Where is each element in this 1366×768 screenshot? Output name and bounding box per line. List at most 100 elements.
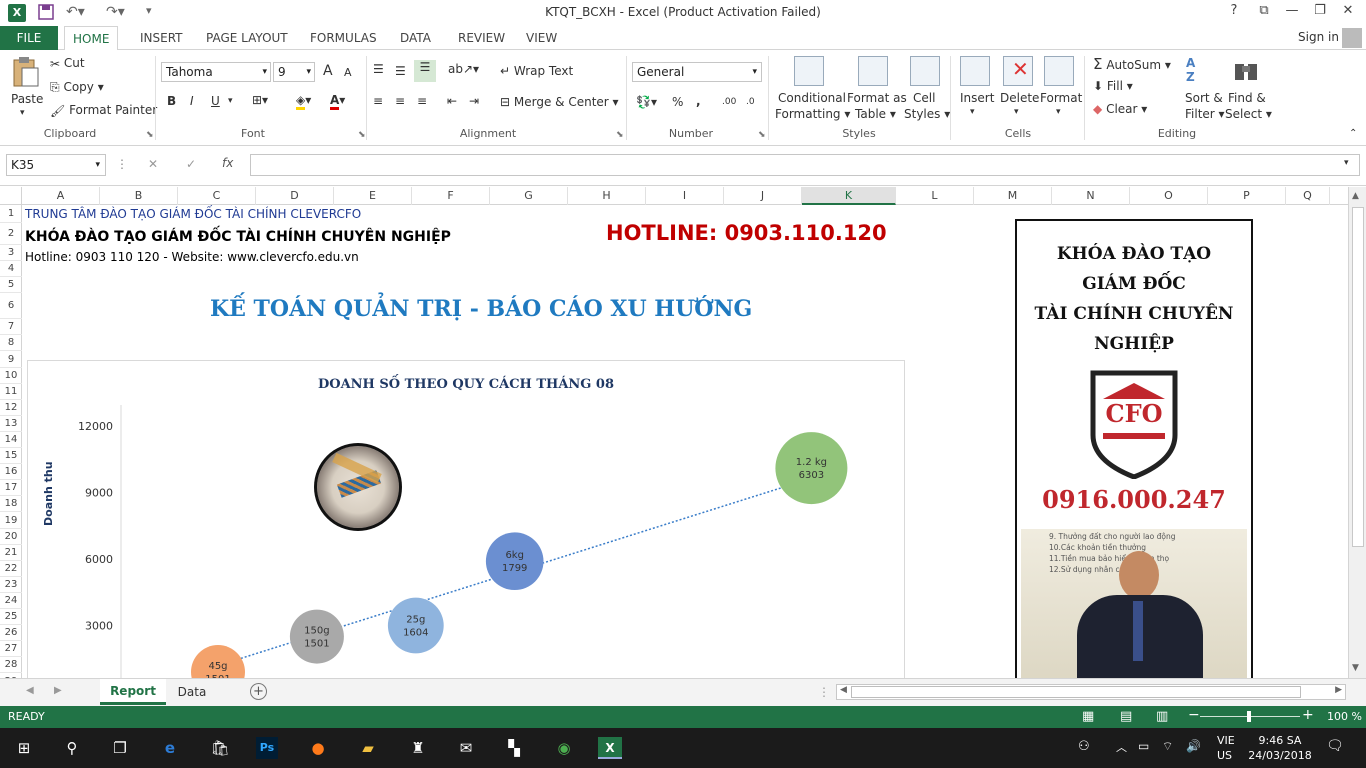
h-scroll-thumb[interactable] xyxy=(851,686,1301,698)
column-header-e[interactable]: E xyxy=(334,187,412,205)
row-header-12[interactable]: 12 xyxy=(0,400,22,416)
column-header-q[interactable]: Q xyxy=(1286,187,1330,205)
name-box[interactable]: K35 ▾ xyxy=(6,154,106,176)
fill-color-icon[interactable]: ◈▾ xyxy=(296,93,311,110)
horizontal-scrollbar[interactable]: ◀ ▶ xyxy=(836,684,1346,700)
column-header-m[interactable]: M xyxy=(974,187,1052,205)
scroll-right-icon[interactable]: ▶ xyxy=(1335,685,1342,695)
language-indicator[interactable]: VIE US xyxy=(1217,733,1235,763)
scroll-left-icon[interactable]: ◀ xyxy=(837,685,847,695)
restore-icon[interactable]: ❐ xyxy=(1308,3,1332,18)
windows-start-icon[interactable]: ⊞ xyxy=(10,734,38,762)
task-view-icon[interactable]: ❐ xyxy=(106,734,134,762)
increase-indent-icon[interactable]: ⇥ xyxy=(469,94,479,108)
column-header-i[interactable]: I xyxy=(646,187,724,205)
align-bottom-icon[interactable]: ☰ xyxy=(414,60,436,82)
tab-home[interactable]: HOME xyxy=(64,26,119,51)
row-header-5[interactable]: 5 xyxy=(0,277,22,294)
row-header-11[interactable]: 11 xyxy=(0,384,22,400)
row-header-15[interactable]: 15 xyxy=(0,448,22,465)
conditional-formatting-label2[interactable]: Formatting ▾ xyxy=(775,107,850,121)
cancel-button[interactable]: ✕ xyxy=(148,157,158,171)
row-header-16[interactable]: 16 xyxy=(0,464,22,481)
clock[interactable]: 9:46 SA 24/03/2018 xyxy=(1248,733,1312,763)
column-header-o[interactable]: O xyxy=(1130,187,1208,205)
tab-file[interactable]: FILE xyxy=(0,26,58,50)
select-all-corner[interactable] xyxy=(0,187,22,205)
conditional-formatting-icon[interactable] xyxy=(794,56,824,86)
grow-font-button[interactable]: A xyxy=(323,63,333,79)
tab-splitter[interactable]: ⋮ xyxy=(818,685,830,699)
number-format-box[interactable]: General ▾ xyxy=(632,62,762,82)
expand-formula-icon[interactable]: ▾ xyxy=(1344,158,1349,168)
insert-dropdown-icon[interactable]: ▾ xyxy=(970,107,975,117)
zoom-slider-thumb[interactable] xyxy=(1247,711,1251,722)
sign-in-link[interactable]: Sign in xyxy=(1298,30,1339,44)
tab-review[interactable]: REVIEW xyxy=(450,26,513,50)
font-size-box[interactable]: 9 ▾ xyxy=(273,62,315,82)
shrink-font-button[interactable]: A xyxy=(344,66,352,79)
font-launcher-icon[interactable]: ⬊ xyxy=(358,130,366,140)
help-button[interactable]: ? xyxy=(1222,3,1246,18)
chrome-icon[interactable]: ◉ xyxy=(550,734,578,762)
column-header-c[interactable]: C xyxy=(178,187,256,205)
row-header-4[interactable]: 4 xyxy=(0,261,22,278)
format-as-table-icon[interactable] xyxy=(858,56,888,86)
sort-filter-icon[interactable]: AZ xyxy=(1186,56,1216,86)
paste-dropdown-icon[interactable]: ▾ xyxy=(20,108,25,118)
mail-icon[interactable]: ✉ xyxy=(452,734,480,762)
food-photo-image[interactable] xyxy=(314,443,402,531)
number-launcher-icon[interactable]: ⬊ xyxy=(758,130,766,140)
ribbon-display-icon[interactable]: ⧉ xyxy=(1252,3,1276,18)
row-header-7[interactable]: 7 xyxy=(0,319,22,336)
tab-page-layout[interactable]: PAGE LAYOUT xyxy=(198,26,296,50)
cell-styles-button[interactable]: Cell xyxy=(913,91,935,105)
row-header-19[interactable]: 19 xyxy=(0,513,22,529)
decrease-decimal-button[interactable]: .0 xyxy=(746,97,755,107)
find-select-button[interactable]: Find & xyxy=(1228,91,1266,105)
decrease-indent-icon[interactable]: ⇤ xyxy=(447,94,457,108)
row-header-2[interactable]: 2 xyxy=(0,223,22,245)
borders-icon[interactable]: ⊞▾ xyxy=(252,93,268,107)
collapse-ribbon-icon[interactable]: ⌃ xyxy=(1349,128,1357,139)
align-middle-icon[interactable]: ☰ xyxy=(395,64,406,78)
tab-data[interactable]: DATA xyxy=(392,26,439,50)
fill-button[interactable]: ⬇ Fill ▾ xyxy=(1093,79,1133,93)
align-center-icon[interactable]: ≡ xyxy=(395,94,405,108)
row-header-13[interactable]: 13 xyxy=(0,416,22,432)
column-header-h[interactable]: H xyxy=(568,187,646,205)
align-right-icon[interactable]: ≡ xyxy=(417,94,427,108)
paste-icon[interactable] xyxy=(10,56,40,90)
next-sheet-icon[interactable]: ▶ xyxy=(54,685,62,696)
prev-sheet-icon[interactable]: ◀ xyxy=(26,685,34,696)
delete-dropdown-icon[interactable]: ▾ xyxy=(1014,107,1019,117)
clipboard-launcher-icon[interactable]: ⬊ xyxy=(146,130,154,140)
format-as-table-label2[interactable]: Table ▾ xyxy=(855,107,896,121)
sort-filter-label2[interactable]: Filter ▾ xyxy=(1185,107,1225,121)
column-header-g[interactable]: G xyxy=(490,187,568,205)
formula-input[interactable] xyxy=(250,154,1360,176)
zoom-in-button[interactable]: + xyxy=(1302,707,1314,723)
clear-button[interactable]: ◆ Clear ▾ xyxy=(1093,102,1147,116)
enter-button[interactable]: ✓ xyxy=(186,157,196,171)
tab-view[interactable]: VIEW xyxy=(518,26,565,50)
zoom-level[interactable]: 100 % xyxy=(1327,710,1362,723)
row-header-24[interactable]: 24 xyxy=(0,593,22,610)
alignment-launcher-icon[interactable]: ⬊ xyxy=(616,130,624,140)
row-header-17[interactable]: 17 xyxy=(0,480,22,497)
increase-decimal-button[interactable]: .00 xyxy=(722,97,736,107)
volume-icon[interactable]: 🔊 xyxy=(1186,739,1201,753)
paste-button[interactable]: Paste xyxy=(11,92,43,106)
merge-center-button[interactable]: ⊟ Merge & Center ▾ xyxy=(500,95,619,109)
app-robot-icon[interactable]: ♜ xyxy=(404,734,432,762)
delete-cells-icon[interactable]: ✕ xyxy=(1003,56,1033,86)
minimize-icon[interactable]: — xyxy=(1280,3,1304,18)
insert-cells-icon[interactable] xyxy=(960,56,990,86)
column-header-d[interactable]: D xyxy=(256,187,334,205)
align-left-icon[interactable]: ≡ xyxy=(373,94,383,108)
tab-insert[interactable]: INSERT xyxy=(132,26,191,50)
search-icon[interactable]: ⚲ xyxy=(58,734,86,762)
avatar[interactable] xyxy=(1342,28,1362,48)
cell-styles-icon[interactable] xyxy=(910,56,940,86)
normal-view-icon[interactable]: ▦ xyxy=(1082,709,1094,724)
